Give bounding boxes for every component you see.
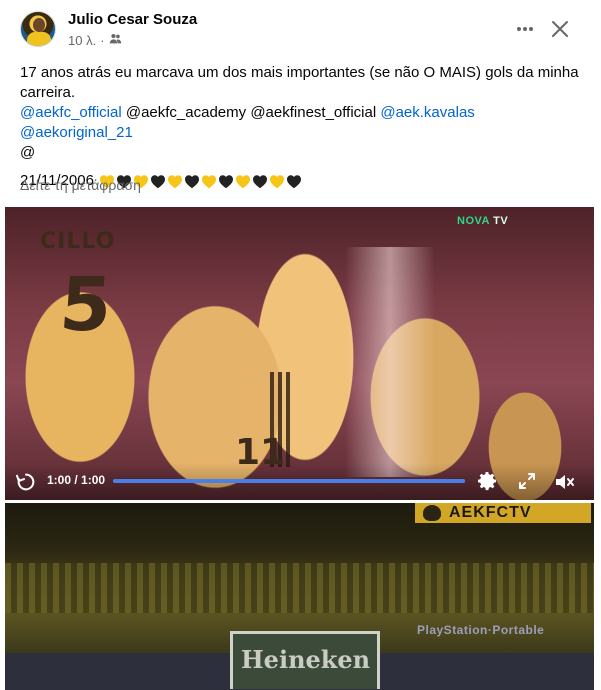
fullscreen-icon[interactable] [517, 471, 537, 491]
volume-muted-icon[interactable] [553, 471, 575, 493]
mention-text: @aekfc_academy [125, 104, 247, 121]
see-translation-link[interactable]: Δείτε τη μετάφραση [20, 177, 141, 193]
yellow-heart-icon [269, 174, 284, 188]
yellow-heart-icon [167, 174, 182, 188]
aek-tv-logo-text: AEKFCTV [449, 504, 532, 521]
mention-text: @aekfinest_official [250, 104, 377, 121]
channel-logo-suffix: TV [493, 215, 509, 227]
channel-logo-prefix: NOVA [457, 215, 490, 227]
progress-fill [113, 479, 465, 483]
mentions-line: @aekfc_official @aekfc_academy @aekfines… [20, 103, 580, 143]
black-heart-icon [218, 174, 233, 188]
mention-link[interactable]: @aek.kavalas [380, 104, 474, 121]
video-time: 1:00 / 1:00 [47, 473, 106, 487]
mention-link[interactable]: @aekfc_official [20, 104, 122, 121]
author-avatar[interactable] [20, 11, 56, 47]
more-options-button[interactable] [510, 14, 540, 44]
yellow-heart-icon [201, 174, 216, 188]
post-header: Julio Cesar Souza 10 λ. · [0, 0, 601, 56]
stadium-stands [5, 563, 594, 613]
meta-separator: · [100, 32, 105, 48]
close-icon [552, 21, 568, 37]
progress-bar[interactable] [113, 479, 465, 483]
video-player[interactable]: CILLO 5 11 NOVA TV 1:00 / 1:00 [5, 207, 594, 500]
more-dots-icon [517, 27, 533, 31]
video-controls: 1:00 / 1:00 [5, 463, 594, 500]
gear-icon[interactable] [475, 469, 499, 493]
post-text-line: 17 anos atrás eu marcava um dos mais imp… [20, 64, 579, 101]
yellow-heart-icon [235, 174, 250, 188]
light-flash [345, 247, 435, 477]
heineken-board-text: Heineken [241, 645, 371, 674]
jersey-name-text: CILLO [40, 229, 116, 254]
black-heart-icon [184, 174, 199, 188]
post-text: 17 anos atrás eu marcava um dos mais imp… [20, 63, 580, 191]
post-time[interactable]: 10 λ. [68, 33, 96, 48]
playstation-board-text: PlayStation·Portable [417, 623, 545, 637]
close-button[interactable] [545, 14, 575, 44]
video-player-2[interactable]: Heineken PlayStation·Portable AEKFCTV [5, 503, 594, 690]
author-name[interactable]: Julio Cesar Souza [68, 11, 197, 28]
replay-icon[interactable] [15, 471, 37, 493]
facebook-post: Julio Cesar Souza 10 λ. · 17 anos atrás … [0, 0, 601, 690]
jersey-number-text: 5 [56, 262, 115, 348]
black-heart-icon [150, 174, 165, 188]
at-line: @ [20, 144, 36, 161]
black-heart-icon [286, 174, 301, 188]
friends-icon[interactable] [109, 32, 122, 48]
mention-link[interactable]: @aekoriginal_21 [20, 124, 133, 141]
post-meta: 10 λ. · [68, 32, 122, 48]
aek-wolf-icon [423, 505, 441, 521]
black-heart-icon [252, 174, 267, 188]
channel-logo: NOVA TV [457, 215, 508, 227]
